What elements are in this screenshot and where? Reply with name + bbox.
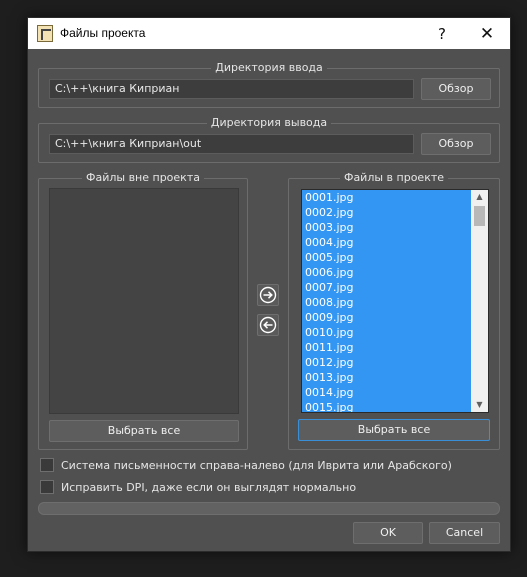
list-item[interactable]: 0006.jpg xyxy=(302,265,488,280)
rtl-checkbox[interactable] xyxy=(40,458,54,472)
input-directory-group: Директория ввода C:\++\книга Киприан Обз… xyxy=(38,61,500,108)
list-item[interactable]: 0004.jpg xyxy=(302,235,488,250)
outside-files-list[interactable] xyxy=(49,188,239,414)
list-item[interactable]: 0015.jpg xyxy=(302,400,488,412)
project-files-title: Файлы в проекте xyxy=(339,171,449,184)
close-button[interactable]: ✕ xyxy=(465,18,509,49)
fix-dpi-checkbox[interactable] xyxy=(40,480,54,494)
list-item[interactable]: 0001.jpg xyxy=(302,190,488,205)
outside-files-title: Файлы вне проекта xyxy=(82,171,204,184)
list-item[interactable]: 0010.jpg xyxy=(302,325,488,340)
list-item[interactable]: 0005.jpg xyxy=(302,250,488,265)
project-files-group: Файлы в проекте 0001.jpg 0002.jpg 0003.jpg… xyxy=(288,171,500,450)
input-directory-title: Директория ввода xyxy=(211,61,327,74)
list-item[interactable]: 0012.jpg xyxy=(302,355,488,370)
fix-dpi-option[interactable]: Исправить DPI, даже если он выглядят нор… xyxy=(40,479,356,495)
scroll-up-icon[interactable]: ▲ xyxy=(471,190,488,204)
project-select-all-button[interactable]: Выбрать все xyxy=(298,419,490,441)
help-button[interactable]: ? xyxy=(420,18,464,49)
app-icon xyxy=(37,25,53,42)
list-item[interactable]: 0008.jpg xyxy=(302,295,488,310)
arrow-left-circle-icon xyxy=(259,316,277,334)
list-item[interactable]: 0007.jpg xyxy=(302,280,488,295)
project-files-scrollbar[interactable]: ▲ ▼ xyxy=(471,190,488,412)
fix-dpi-label: Исправить DPI, даже если он выглядят нор… xyxy=(61,480,357,494)
input-browse-button[interactable]: Обзор xyxy=(421,78,491,100)
project-files-list[interactable]: 0001.jpg 0002.jpg 0003.jpg 0004.jpg 0005.jpg… xyxy=(301,189,489,413)
list-item[interactable]: 0002.jpg xyxy=(302,205,488,220)
list-item[interactable]: 0011.jpg xyxy=(302,340,488,355)
list-item[interactable]: 0014.jpg xyxy=(302,385,488,400)
rtl-label: Система письменности справа-налево (для … xyxy=(61,458,452,472)
title-bar: Файлы проекта ? ✕ xyxy=(28,18,510,49)
input-directory-field[interactable]: C:\++\книга Киприан xyxy=(49,79,414,99)
window-title: Файлы проекта xyxy=(60,26,146,40)
outside-select-all-button[interactable]: Выбрать все xyxy=(49,420,239,442)
cancel-button[interactable]: Cancel xyxy=(429,522,500,544)
rtl-option[interactable]: Система письменности справа-налево (для … xyxy=(40,457,452,473)
scroll-thumb[interactable] xyxy=(474,206,485,226)
project-files-items: 0001.jpg 0002.jpg 0003.jpg 0004.jpg 0005.jpg… xyxy=(302,190,488,412)
arrow-right-circle-icon xyxy=(259,286,277,304)
progress-bar xyxy=(38,502,500,515)
output-directory-group: Директория вывода C:\++\книга Киприан\ou… xyxy=(38,116,500,163)
outside-files-group: Файлы вне проекта Выбрать все xyxy=(38,171,248,450)
move-to-project-button[interactable] xyxy=(257,284,279,306)
scroll-down-icon[interactable]: ▼ xyxy=(471,398,488,412)
output-directory-title: Директория вывода xyxy=(206,116,332,129)
list-item[interactable]: 0009.jpg xyxy=(302,310,488,325)
list-item[interactable]: 0003.jpg xyxy=(302,220,488,235)
project-files-dialog: Файлы проекта ? ✕ Директория ввода C:\++… xyxy=(27,17,511,552)
remove-from-project-button[interactable] xyxy=(257,314,279,336)
ok-button[interactable]: OK xyxy=(353,522,423,544)
output-directory-field[interactable]: C:\++\книга Киприан\out xyxy=(49,134,414,154)
list-item[interactable]: 0013.jpg xyxy=(302,370,488,385)
output-browse-button[interactable]: Обзор xyxy=(421,133,491,155)
